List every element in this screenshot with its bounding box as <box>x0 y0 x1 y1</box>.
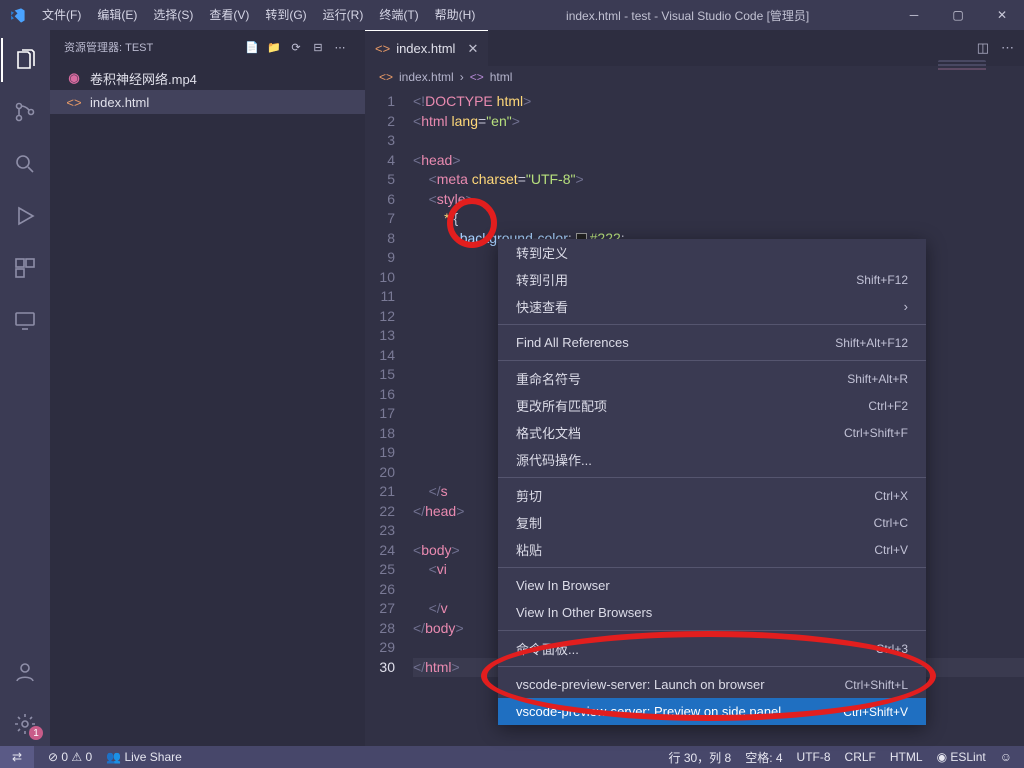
status-encoding[interactable]: UTF-8 <box>797 750 831 764</box>
context-menu-item[interactable]: View In Browser <box>498 572 926 599</box>
vscode-logo-icon <box>0 7 34 24</box>
context-menu-item[interactable]: 转到定义 <box>498 239 926 266</box>
title-bar: 文件(F) 编辑(E) 选择(S) 查看(V) 转到(G) 运行(R) 终端(T… <box>0 0 1024 30</box>
new-folder-icon[interactable]: 📁 <box>263 41 285 54</box>
activity-account-icon[interactable] <box>1 650 49 694</box>
context-menu-item[interactable]: 重命名符号Shift+Alt+R <box>498 365 926 392</box>
explorer-header: 资源管理器: TEST 📄 📁 ⟳ ⊟ ⋯ <box>50 30 365 64</box>
maximize-button[interactable]: ▢ <box>936 0 980 30</box>
menu-help[interactable]: 帮助(H) <box>427 0 484 30</box>
context-menu-item[interactable]: vscode-preview-server: Launch on browser… <box>498 671 926 698</box>
context-menu-item[interactable]: 剪切Ctrl+X <box>498 482 926 509</box>
tag-icon: <> <box>470 70 484 84</box>
status-cursor-pos[interactable]: 行 30，列 8 <box>669 749 732 766</box>
more-icon[interactable]: ⋯ <box>329 41 351 54</box>
refresh-icon[interactable]: ⟳ <box>285 41 307 54</box>
status-problems[interactable]: ⊘ 0 ⚠ 0 <box>48 750 92 764</box>
menu-edit[interactable]: 编辑(E) <box>89 0 145 30</box>
status-feedback-icon[interactable]: ☺ <box>1000 750 1012 764</box>
main-menu: 文件(F) 编辑(E) 选择(S) 查看(V) 转到(G) 运行(R) 终端(T… <box>34 0 483 30</box>
html-file-icon: <> <box>66 95 82 110</box>
status-indent[interactable]: 空格: 4 <box>745 749 782 766</box>
html-file-icon: <> <box>379 70 393 84</box>
context-menu-item[interactable]: vscode-preview-server: Preview on side p… <box>498 698 926 725</box>
crumb-file[interactable]: index.html <box>399 70 454 84</box>
window-title: index.html - test - Visual Studio Code [… <box>483 7 892 24</box>
tab-index-html[interactable]: <> index.html ✕ <box>365 30 488 66</box>
close-button[interactable]: ✕ <box>980 0 1024 30</box>
explorer-title: 资源管理器: TEST <box>64 39 241 55</box>
context-menu-item[interactable]: 转到引用Shift+F12 <box>498 266 926 293</box>
activity-extensions-icon[interactable] <box>1 246 49 290</box>
menu-terminal[interactable]: 终端(T) <box>371 0 426 30</box>
context-menu-item[interactable]: 命令面板...Ctrl+3 <box>498 635 926 662</box>
status-liveshare[interactable]: 👥 Live Share <box>106 750 182 764</box>
context-menu-item[interactable]: Find All ReferencesShift+Alt+F12 <box>498 329 926 356</box>
crumb-tag[interactable]: html <box>490 70 513 84</box>
explorer-panel: 资源管理器: TEST 📄 📁 ⟳ ⊟ ⋯ ◉ 卷积神经网络.mp4 <> in… <box>50 30 365 746</box>
activity-settings-icon[interactable] <box>1 702 49 746</box>
context-menu-item[interactable]: 格式化文档Ctrl+Shift+F <box>498 419 926 446</box>
menu-view[interactable]: 查看(V) <box>201 0 257 30</box>
line-gutter: 1234567891011121314151617181920212223242… <box>365 88 413 746</box>
video-file-icon: ◉ <box>66 70 82 86</box>
status-language[interactable]: HTML <box>890 750 923 764</box>
menu-file[interactable]: 文件(F) <box>34 0 89 30</box>
menu-run[interactable]: 运行(R) <box>315 0 372 30</box>
tree-item-mp4[interactable]: ◉ 卷积神经网络.mp4 <box>50 66 365 90</box>
breadcrumbs[interactable]: <> index.html › <> html <box>365 66 1024 88</box>
minimap[interactable] <box>938 60 986 150</box>
chevron-right-icon: › <box>460 70 464 84</box>
minimize-button[interactable]: ─ <box>892 0 936 30</box>
activity-search-icon[interactable] <box>1 142 49 186</box>
tab-close-icon[interactable]: ✕ <box>467 41 478 57</box>
html-file-icon: <> <box>375 41 390 56</box>
context-menu-item[interactable]: View In Other Browsers <box>498 599 926 626</box>
activity-remote-icon[interactable] <box>1 298 49 342</box>
context-menu-item[interactable]: 快速查看› <box>498 293 926 320</box>
activity-run-icon[interactable] <box>1 194 49 238</box>
tab-label: index.html <box>396 41 455 56</box>
context-menu-item[interactable]: 粘贴Ctrl+V <box>498 536 926 563</box>
activity-explorer-icon[interactable] <box>1 38 49 82</box>
context-menu: 转到定义转到引用Shift+F12快速查看› Find All Reference… <box>498 239 926 725</box>
status-eslint[interactable]: ◉ ESLint <box>937 750 986 764</box>
tree-item-label: index.html <box>90 95 149 110</box>
tree-item-html[interactable]: <> index.html <box>50 90 365 114</box>
activity-bar <box>0 30 50 746</box>
split-editor-icon[interactable]: ◫ <box>977 40 989 56</box>
menu-go[interactable]: 转到(G) <box>257 0 314 30</box>
context-menu-item[interactable]: 复制Ctrl+C <box>498 509 926 536</box>
file-tree: ◉ 卷积神经网络.mp4 <> index.html <box>50 64 365 746</box>
remote-indicator[interactable]: ⇄ <box>0 746 34 768</box>
context-menu-item[interactable]: 更改所有匹配项Ctrl+F2 <box>498 392 926 419</box>
editor-more-icon[interactable]: ⋯ <box>1001 40 1014 56</box>
status-eol[interactable]: CRLF <box>845 750 876 764</box>
collapse-icon[interactable]: ⊟ <box>307 41 329 54</box>
menu-selection[interactable]: 选择(S) <box>145 0 201 30</box>
tree-item-label: 卷积神经网络.mp4 <box>90 69 197 88</box>
editor-tabs: <> index.html ✕ ◫ ⋯ <box>365 30 1024 66</box>
new-file-icon[interactable]: 📄 <box>241 41 263 54</box>
context-menu-item[interactable]: 源代码操作... <box>498 446 926 473</box>
activity-scm-icon[interactable] <box>1 90 49 134</box>
status-bar: ⇄ ⊘ 0 ⚠ 0 👥 Live Share 行 30，列 8 空格: 4 UT… <box>0 746 1024 768</box>
